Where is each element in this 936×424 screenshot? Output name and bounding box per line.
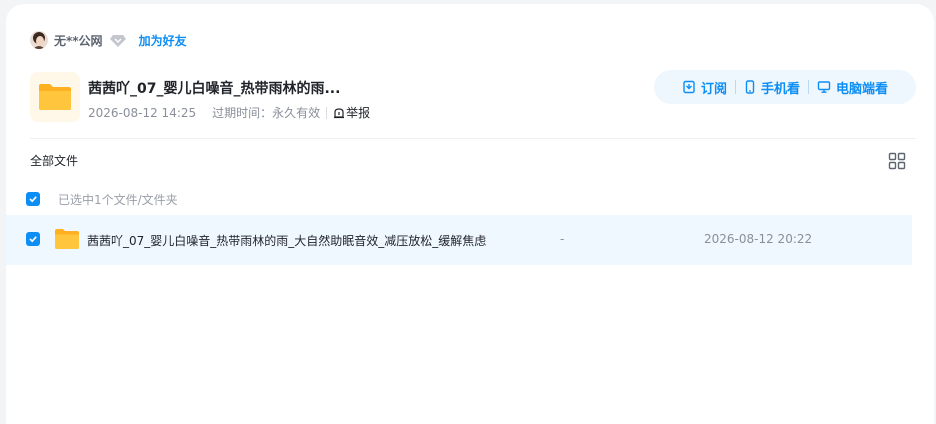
row-checkbox[interactable] (26, 232, 40, 246)
file-size: - (560, 232, 565, 246)
grid-view-icon[interactable] (888, 152, 906, 170)
report-link[interactable]: 举报 (333, 104, 370, 121)
expire-value: 永久有效 (272, 106, 321, 120)
expire-label: 过期时间： (212, 106, 273, 120)
select-all-checkbox[interactable] (26, 192, 40, 206)
desktop-view-button[interactable]: 电脑端看 (809, 78, 896, 97)
subscribe-icon (683, 80, 695, 94)
mobile-view-label: 手机看 (760, 81, 800, 97)
file-name[interactable]: 茜茜吖_07_婴儿白噪音_热带雨林的雨_大自然助眠音效_减压放松_缓解焦虑 (87, 232, 486, 249)
meta-divider (326, 106, 328, 119)
monitor-icon (817, 81, 831, 93)
table-row[interactable]: 茜茜吖_07_婴儿白噪音_热带雨林的雨_大自然助眠音效_减压放松_缓解焦虑 - … (6, 215, 912, 265)
selection-count: 已选中1个文件/文件夹 (58, 193, 178, 207)
share-date: 2026-08-12 14:25 (88, 105, 197, 120)
subscribe-label: 订阅 (700, 81, 727, 97)
sharer-name: 无**公网 (54, 33, 103, 48)
share-page-card: 无**公网 加为好友 茜茜吖_07_婴儿白噪音_热带雨林的雨... 2026-0… (6, 4, 934, 424)
report-label: 举报 (346, 106, 371, 120)
diamond-icon (109, 31, 127, 49)
action-bar: 订阅 手机看 电脑端看 (654, 70, 916, 104)
report-icon (334, 107, 345, 118)
phone-icon (745, 80, 755, 94)
check-icon (29, 196, 37, 203)
avatar[interactable] (30, 31, 48, 49)
share-meta: 2026-08-12 14:25 过期时间： 永久有效 举报 (88, 104, 370, 121)
mobile-view-button[interactable]: 手机看 (736, 78, 808, 97)
sharer-info: 无**公网 加为好友 (30, 30, 187, 50)
add-friend-link[interactable]: 加为好友 (139, 32, 187, 49)
folder-icon (54, 228, 80, 250)
breadcrumb-all-files[interactable]: 全部文件 (30, 152, 78, 169)
share-title: 茜茜吖_07_婴儿白噪音_热带雨林的雨... (88, 81, 341, 97)
header-divider (30, 138, 916, 139)
subscribe-button[interactable]: 订阅 (674, 78, 735, 97)
check-icon (29, 236, 37, 243)
file-date: 2026-08-12 20:22 (704, 232, 813, 246)
folder-icon (30, 72, 80, 122)
desktop-view-label: 电脑端看 (836, 81, 889, 97)
